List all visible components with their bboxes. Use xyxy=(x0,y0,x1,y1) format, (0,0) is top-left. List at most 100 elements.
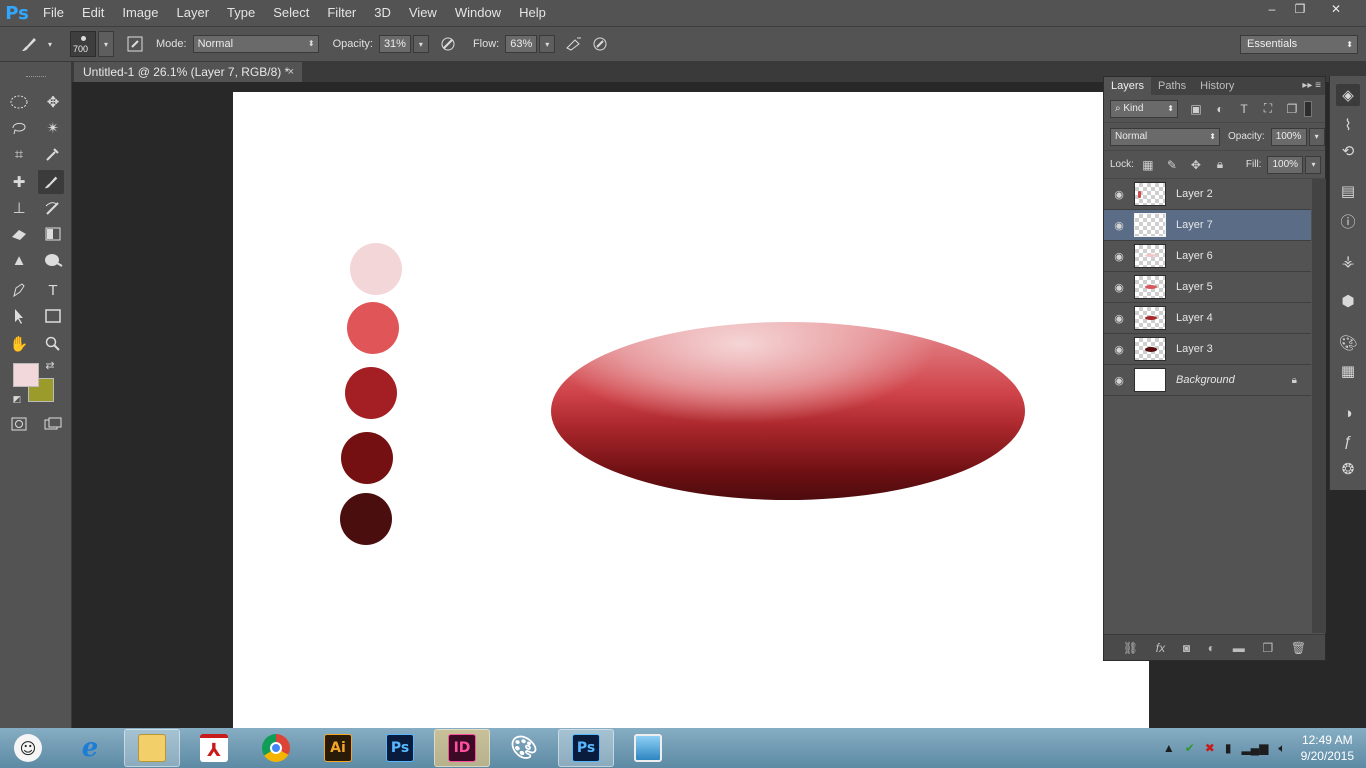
layer-row-layer-3[interactable]: ◉ Layer 3 xyxy=(1104,334,1311,365)
battery-icon[interactable]: ▮ xyxy=(1225,741,1232,755)
color-panel-icon[interactable]: 🎨︎ xyxy=(1336,332,1360,354)
menu-image[interactable]: Image xyxy=(113,0,167,26)
pressure-opacity-icon[interactable] xyxy=(437,33,459,55)
new-group-folder-icon[interactable]: ▬ xyxy=(1233,641,1245,655)
styles-panel-icon[interactable]: ƒ xyxy=(1336,430,1360,452)
taskbar-internet-explorer[interactable]: e xyxy=(62,729,118,767)
menu-3d[interactable]: 3D xyxy=(365,0,400,26)
tab-paths[interactable]: Paths xyxy=(1151,77,1193,95)
signal-bars-icon[interactable]: ▂▄▆ xyxy=(1241,741,1268,755)
blur-tool-icon[interactable]: ▲ xyxy=(6,248,32,272)
eyedropper-tool-icon[interactable] xyxy=(40,142,66,166)
history-panel-icon[interactable]: ⟲ xyxy=(1336,140,1360,162)
lock-transparent-icon[interactable]: ▦ xyxy=(1136,158,1160,172)
healing-brush-tool-icon[interactable]: ✚ xyxy=(6,170,32,194)
history-brush-tool-icon[interactable] xyxy=(40,196,66,220)
layer-style-fx-icon[interactable]: fx xyxy=(1156,641,1165,655)
menu-window[interactable]: Window xyxy=(446,0,510,26)
close-window-button[interactable]: ✕ xyxy=(1314,0,1358,18)
link-layers-icon[interactable]: ⛓ xyxy=(1123,641,1138,655)
lock-all-icon[interactable]: 🔒︎ xyxy=(1208,157,1232,172)
default-colors-icon[interactable]: ◩ xyxy=(10,392,24,406)
path-selection-tool-icon[interactable] xyxy=(6,304,32,328)
layer-opacity-dropdown-icon[interactable]: ▾ xyxy=(1308,127,1325,146)
airbrush-icon[interactable] xyxy=(563,33,585,55)
info-panel-icon[interactable]: ⓘ xyxy=(1336,210,1360,232)
swap-colors-icon[interactable]: ⇄ xyxy=(42,358,58,372)
tab-history[interactable]: History xyxy=(1193,77,1241,95)
adjustments-panel-icon[interactable]: ◑ xyxy=(1336,402,1360,424)
menu-file[interactable]: File xyxy=(34,0,73,26)
taskbar-photo-viewer[interactable] xyxy=(620,729,676,767)
taskbar-anonymous-mask[interactable]: ☺ xyxy=(0,729,56,767)
lasso-tool-icon[interactable] xyxy=(6,116,32,140)
menu-filter[interactable]: Filter xyxy=(318,0,365,26)
swatches-panel-icon[interactable]: ▦ xyxy=(1336,360,1360,382)
filter-pixel-icon[interactable]: ▣ xyxy=(1184,102,1208,116)
zoom-tool-icon[interactable] xyxy=(40,332,66,356)
screen-mode-icon[interactable] xyxy=(40,412,66,436)
visibility-eye-icon[interactable]: ◉ xyxy=(1104,281,1134,294)
minimize-button[interactable]: – xyxy=(1258,0,1286,18)
flow-slider-dropdown-icon[interactable]: ▾ xyxy=(539,35,556,53)
taskbar-photoshop[interactable]: Ps xyxy=(372,729,428,767)
network-error-icon[interactable]: ✖ xyxy=(1205,741,1215,755)
volume-icon[interactable]: 🔈︎ xyxy=(1278,741,1285,756)
character-panel-icon[interactable]: ▤ xyxy=(1336,180,1360,202)
flow-input[interactable]: 63% xyxy=(505,35,538,53)
tool-preset-dropdown-icon[interactable]: ▾ xyxy=(42,35,58,53)
taskbar-photoshop-active[interactable]: Ps xyxy=(558,729,614,767)
taskbar-illustrator[interactable]: Ai xyxy=(310,729,366,767)
filter-shape-icon[interactable]: ⛶ xyxy=(1256,101,1280,116)
opacity-slider-dropdown-icon[interactable]: ▾ xyxy=(412,35,429,53)
add-mask-icon[interactable]: ◙ xyxy=(1183,641,1190,655)
brush-tool-preset-icon[interactable] xyxy=(18,33,40,55)
filter-type-icon[interactable]: T xyxy=(1232,102,1256,116)
panel-menu-icon[interactable]: ▸▸ ≡ xyxy=(1302,77,1321,95)
hand-tool-icon[interactable]: ✋ xyxy=(6,332,32,356)
taskbar-indesign[interactable]: ID xyxy=(434,729,490,767)
taskbar-file-explorer[interactable] xyxy=(124,729,180,767)
layer-row-layer-5[interactable]: ◉ Layer 5 xyxy=(1104,272,1311,303)
3d-panel-icon[interactable]: ⬢ xyxy=(1336,290,1360,312)
layer-row-layer-2[interactable]: ◉ Layer 2 xyxy=(1104,179,1311,210)
restore-button[interactable]: ❐ xyxy=(1286,0,1314,18)
brush-size-picker[interactable]: 700 xyxy=(70,31,96,57)
layers-panel-icon[interactable]: ◈ xyxy=(1336,84,1360,106)
layer-row-layer-7[interactable]: ◉ Layer 7 xyxy=(1104,210,1311,241)
layer-row-background[interactable]: ◉ Background 🔒︎ xyxy=(1104,365,1311,396)
taskbar-chrome[interactable] xyxy=(248,729,304,767)
tab-layers[interactable]: Layers xyxy=(1104,77,1152,95)
filter-adjustment-icon[interactable]: ◐ xyxy=(1208,102,1232,116)
fill-input[interactable]: 100% xyxy=(1267,155,1304,174)
fill-dropdown-icon[interactable]: ▾ xyxy=(1305,155,1322,174)
visibility-eye-icon[interactable]: ◉ xyxy=(1104,374,1134,387)
type-tool-icon[interactable]: T xyxy=(40,278,66,302)
quick-mask-icon[interactable] xyxy=(6,412,32,436)
visibility-eye-icon[interactable]: ◉ xyxy=(1104,343,1134,356)
visibility-eye-icon[interactable]: ◉ xyxy=(1104,219,1134,232)
visibility-eye-icon[interactable]: ◉ xyxy=(1104,188,1134,201)
pressure-size-icon[interactable] xyxy=(589,33,611,55)
workspace-select[interactable]: Essentials ⬍ xyxy=(1240,35,1358,54)
layer-row-layer-4[interactable]: ◉ Layer 4 xyxy=(1104,303,1311,334)
blend-mode-select[interactable]: Normal ⬍ xyxy=(1110,127,1220,146)
visibility-eye-icon[interactable]: ◉ xyxy=(1104,250,1134,263)
pen-tool-icon[interactable] xyxy=(6,278,32,302)
gradient-tool-icon[interactable] xyxy=(40,222,66,246)
crop-tool-icon[interactable]: ⌗ xyxy=(6,142,32,166)
channels-panel-icon[interactable]: ❂ xyxy=(1336,458,1360,480)
menu-edit[interactable]: Edit xyxy=(73,0,113,26)
move-tool-icon[interactable]: ✥ xyxy=(40,90,66,114)
lock-position-icon[interactable]: ✥ xyxy=(1184,158,1208,172)
document-tab[interactable]: Untitled-1 @ 26.1% (Layer 7, RGB/8) * × xyxy=(74,62,302,82)
layer-row-layer-6[interactable]: ◉ Layer 6 xyxy=(1104,241,1311,272)
security-check-icon[interactable]: ✔ xyxy=(1185,741,1195,755)
taskbar-paint[interactable]: 🎨︎ xyxy=(496,729,552,767)
mode-select[interactable]: Normal ⬍ xyxy=(192,35,319,53)
taskbar-acrobat[interactable]: ⅄ xyxy=(186,729,242,767)
show-hidden-icons-icon[interactable]: ▲ xyxy=(1163,741,1175,755)
new-layer-icon[interactable]: ❐ xyxy=(1262,641,1273,655)
brush-tool-icon[interactable] xyxy=(38,170,64,194)
filter-toggle-switch[interactable] xyxy=(1304,100,1312,117)
